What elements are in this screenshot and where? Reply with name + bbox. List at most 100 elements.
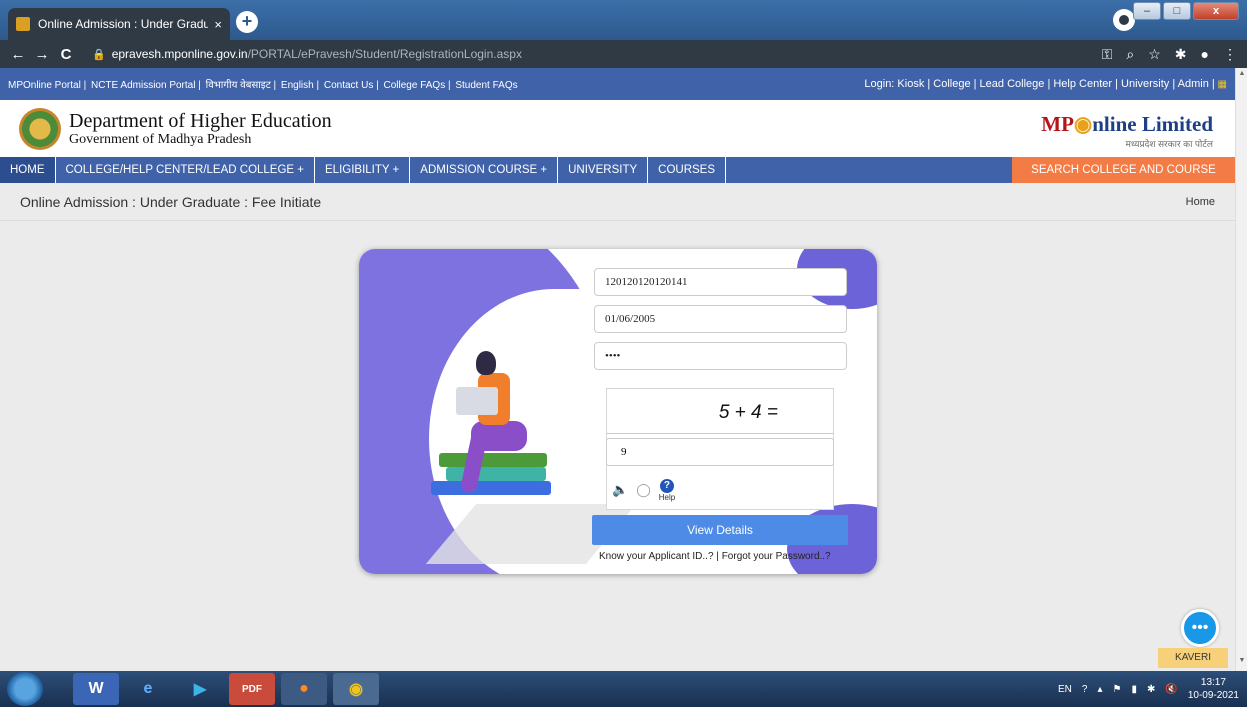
flag-icon[interactable]: ⚑ [1113,684,1122,695]
top-link[interactable]: College FAQs | [384,80,451,91]
chrome-icon[interactable]: ◉ [333,673,379,705]
menu-admission-course[interactable]: ADMISSION COURSE + [410,157,559,183]
bookmark-star-icon[interactable]: ☆ [1148,46,1161,63]
breadcrumb-home-link[interactable]: Home [1186,196,1215,208]
extensions-icon[interactable]: ✱ [1175,46,1187,63]
captcha-expression: 5 + 4 = [607,389,833,434]
back-icon[interactable]: ← [6,46,30,63]
person-illustration-head [476,351,496,375]
top-link[interactable]: NCTE Admission Portal | [91,80,201,91]
top-link[interactable]: Student FAQs [455,80,517,91]
site-header: Department of Higher Education Governmen… [0,100,1235,157]
language-indicator[interactable]: EN [1058,684,1072,695]
login-links-text[interactable]: Login: Kiosk | College | Lead College | … [864,78,1214,90]
help-label: Help [658,492,676,502]
media-player-icon[interactable]: ▶ [177,673,223,705]
search-college-label: SEARCH COLLEGE AND COURSE [1031,164,1216,176]
main-menu: HOME COLLEGE/HELP CENTER/LEAD COLLEGE + … [0,157,1235,183]
minimize-button[interactable]: – [1133,2,1161,20]
close-tab-icon[interactable]: × [214,17,222,32]
menu-university[interactable]: UNIVERSITY [558,157,649,183]
page-title: Online Admission : Under Graduate : Fee … [20,193,322,210]
top-link[interactable]: MPOnline Portal | [8,80,86,91]
menu-home[interactable]: HOME [0,157,56,183]
department-subtitle: Government of Madhya Pradesh [69,132,252,147]
close-window-button[interactable]: x [1193,2,1239,20]
password-field[interactable]: •••• [594,342,847,370]
audio-captcha-icon[interactable]: 🔈 [612,482,628,498]
help-tray-icon[interactable]: ? [1082,684,1088,695]
top-link[interactable]: Contact Us | [324,80,379,91]
start-button[interactable] [7,672,43,706]
browser-titlebar: Online Admission : Under Gradu × + – □ x [0,0,1247,40]
logo-o-icon: ◉ [1073,112,1093,136]
grid-icon[interactable]: ▦ [1218,79,1227,90]
internet-explorer-icon[interactable]: e [125,673,171,705]
mponline-logo[interactable]: MP◉nline Limited [1041,112,1213,137]
breadcrumb: Online Admission : Under Graduate : Fee … [0,183,1235,221]
key-icon[interactable]: ⚿ [1102,46,1113,63]
know-applicant-id-link[interactable]: Know your Applicant ID..? [599,551,714,562]
browser-tab[interactable]: Online Admission : Under Gradu × [8,8,230,40]
new-tab-button[interactable]: + [236,11,258,33]
department-title: Department of Higher Education [69,110,332,132]
scroll-down-icon[interactable]: ▼ [1236,657,1247,669]
bluetooth-icon[interactable]: ✱ [1147,684,1155,695]
clock-time: 13:17 [1200,677,1226,688]
site-favicon-icon [16,17,30,31]
signal-icon[interactable]: ▮ [1131,684,1137,695]
forgot-password-link[interactable]: Forgot your Password..? [722,551,831,562]
address-bar: ← → C 🔒 epravesh.mponline.gov.in/PORTAL/… [0,40,1247,68]
book-shape [439,453,547,467]
captcha-answer-field[interactable]: 9 [606,438,834,466]
chat-icon[interactable]: ••• [1181,609,1219,647]
forward-icon[interactable]: → [30,46,54,63]
view-details-button[interactable]: View Details [592,515,848,545]
firefox-icon[interactable]: ● [281,673,327,705]
word-app-icon[interactable]: W [73,673,119,705]
menu-college[interactable]: COLLEGE/HELP CENTER/LEAD COLLEGE + [56,157,316,183]
account-icon[interactable]: ● [1201,46,1209,62]
top-links-bar: MPOnline Portal | NCTE Admission Portal … [0,68,1235,100]
scroll-up-icon[interactable]: ▲ [1236,70,1247,82]
menu-courses[interactable]: COURSES [648,157,727,183]
url-path: /PORTAL/ePravesh/Student/RegistrationLog… [247,47,522,61]
page-scrollbar[interactable]: ▲ ▼ [1235,68,1247,671]
url-host: epravesh.mponline.gov.in [111,47,248,61]
book-shape [446,467,546,481]
maximize-button[interactable]: □ [1163,2,1191,20]
search-college-button[interactable]: SEARCH COLLEGE AND COURSE [1012,157,1235,183]
applicant-id-field[interactable]: 120120120120141 [594,268,847,296]
url-field[interactable]: epravesh.mponline.gov.in/PORTAL/ePravesh… [112,47,522,61]
top-links-left: MPOnline Portal | NCTE Admission Portal … [8,77,520,91]
web-page: MPOnline Portal | NCTE Admission Portal … [0,68,1235,671]
captcha-help-button[interactable]: ? Help [658,478,676,502]
lock-icon[interactable]: 🔒 [92,48,106,61]
network-icon[interactable]: ▴ [1097,684,1102,695]
clock[interactable]: 13:17 10-09-2021 [1188,676,1239,702]
help-icon: ? [659,478,674,493]
laptop-illustration [456,387,498,415]
browser-profile-icon[interactable] [1113,9,1135,31]
clock-date: 10-09-2021 [1187,690,1239,701]
volume-icon[interactable]: 🔇 [1165,684,1177,695]
menu-eligibility[interactable]: ELIGIBILITY + [315,157,411,183]
mp-emblem-icon [19,108,61,150]
top-link[interactable]: विभागीय वेबसाइट | [206,80,277,91]
logo-tagline: मध्यप्रदेश सरकार का पोर्टल [1125,139,1213,149]
windows-taskbar: W e ▶ PDF ● ◉ EN ? ▴ ⚑ ▮ ✱ 🔇 13:17 10-09… [0,671,1247,707]
link-separator: | [716,551,719,562]
pdf-app-icon[interactable]: PDF [229,673,275,705]
refresh-captcha-icon[interactable]: ◯ [636,482,651,498]
menu-kebab-icon[interactable]: ⋮ [1223,46,1237,63]
card-links: Know your Applicant ID..? | Forgot your … [599,551,831,562]
logo-online-text: nline Limited [1092,112,1213,136]
dob-field[interactable]: 01/06/2005 [594,305,847,333]
captcha-tools: 🔈 ◯ ? Help [612,476,675,504]
tab-title: Online Admission : Under Gradu [38,17,209,31]
book-shape [431,481,551,495]
chatbot-label[interactable]: KAVERI [1158,648,1228,668]
zoom-icon[interactable]: ⌕ [1126,46,1134,63]
top-link[interactable]: English | [281,80,319,91]
reload-icon[interactable]: C [54,46,78,63]
